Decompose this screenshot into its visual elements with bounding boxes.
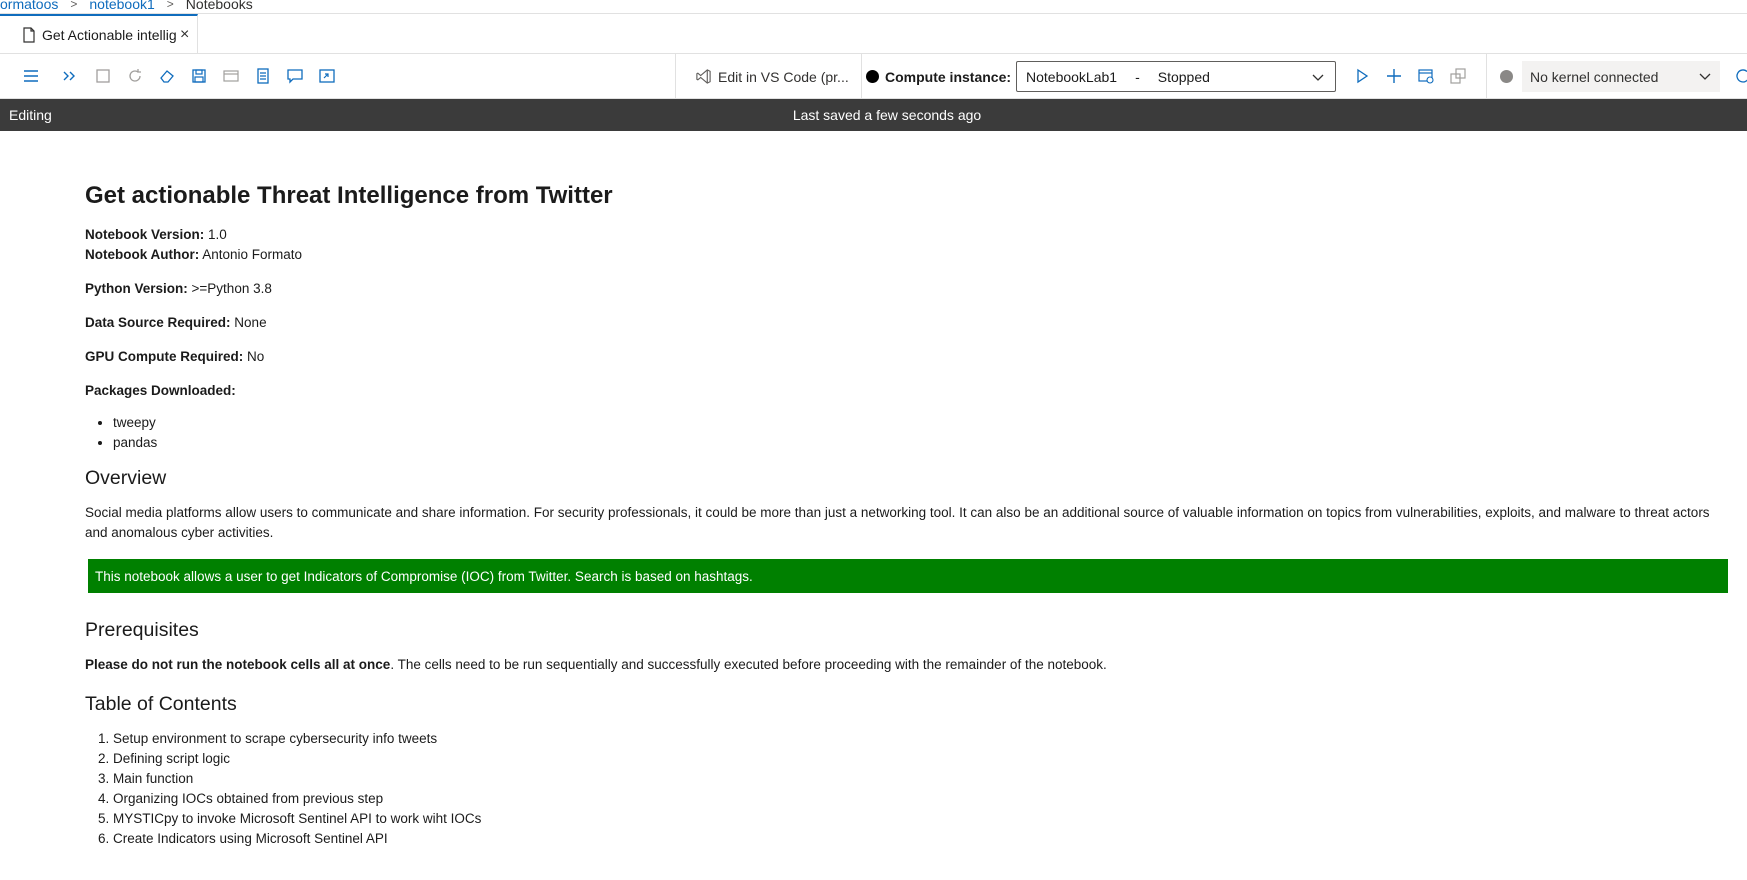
run-all-icon[interactable] <box>60 66 80 86</box>
overview-heading: Overview <box>85 467 167 489</box>
notebook-title: Get actionable Threat Intelligence from … <box>85 182 613 209</box>
compute-switch-icon[interactable] <box>1448 66 1468 86</box>
toc-item: Defining script logic <box>113 749 1735 769</box>
breadcrumb-notebook1[interactable]: notebook1 <box>89 0 154 12</box>
meta-datasource: Data Source Required: None <box>85 313 1735 333</box>
meta-gpu-value: No <box>243 349 265 364</box>
clear-outputs-icon[interactable] <box>157 66 177 86</box>
status-bar: Editing Last saved a few seconds ago <box>0 99 1747 131</box>
compute-instance-select[interactable]: NotebookLab1 - Stopped <box>1016 61 1336 92</box>
info-callout: This notebook allows a user to get Indic… <box>88 559 1728 593</box>
toolbar-divider <box>675 54 676 99</box>
list-item: tweepy <box>113 413 1735 433</box>
kernel-select[interactable]: No kernel connected <box>1522 61 1720 92</box>
toc-item: MYSTICpy to invoke Microsoft Sentinel AP… <box>113 809 1735 829</box>
toc-heading: Table of Contents <box>85 693 237 715</box>
start-compute-icon[interactable] <box>1352 66 1372 86</box>
prerequisites-text: . The cells need to be run sequentially … <box>390 657 1107 672</box>
refresh-icon[interactable] <box>1733 66 1747 86</box>
meta-python: Python Version: >=Python 3.8 <box>85 279 1735 299</box>
prerequisites-paragraph: Please do not run the notebook cells all… <box>85 655 1733 675</box>
stop-icon[interactable] <box>93 66 113 86</box>
toc-list: Setup environment to scrape cybersecurit… <box>113 729 1735 849</box>
meta-version-label: Notebook Version: <box>85 227 205 242</box>
prerequisites-bold: Please do not run the notebook cells all… <box>85 657 391 672</box>
breadcrumb-separator: > <box>166 0 174 11</box>
compute-status: Stopped <box>1157 68 1210 85</box>
kernel-label: No kernel connected <box>1530 68 1659 85</box>
breadcrumb-workspace[interactable]: ormatoos <box>0 0 58 12</box>
meta-gpu-label: GPU Compute Required: <box>85 349 244 364</box>
meta-author-value: Antonio Formato <box>199 247 303 262</box>
meta-gpu: GPU Compute Required: No <box>85 347 1735 367</box>
compute-label-text: Compute instance: <box>885 68 1012 85</box>
edit-in-vscode-button[interactable]: Edit in VS Code (pr... <box>695 54 849 99</box>
close-icon[interactable]: × <box>180 26 189 44</box>
tab-label: Get Actionable intellig <box>42 27 176 43</box>
notebook-toolbar: Edit in VS Code (pr... Compute instance:… <box>0 54 1747 99</box>
comments-icon[interactable] <box>285 66 305 86</box>
compute-status-dot-icon <box>866 70 879 83</box>
toc-item: Organizing IOCs obtained from previous s… <box>113 789 1735 809</box>
breadcrumb-current: Notebooks <box>185 0 253 12</box>
meta-packages-label: Packages Downloaded: <box>85 383 236 398</box>
restart-icon[interactable] <box>125 66 145 86</box>
toc-item: Create Indicators using Microsoft Sentin… <box>113 829 1735 849</box>
toolbar-divider <box>1486 54 1487 99</box>
compute-instance-label: Compute instance: <box>866 54 1011 99</box>
variable-explorer-icon[interactable] <box>221 66 241 86</box>
list-item: pandas <box>113 433 1735 453</box>
notebook-tab[interactable]: Get Actionable intellig × <box>0 14 198 54</box>
meta-python-value: >=Python 3.8 <box>187 281 272 296</box>
compute-dash: - <box>1135 68 1140 85</box>
kernel-status <box>1500 54 1521 99</box>
meta-packages: Packages Downloaded: <box>85 381 1735 401</box>
compute-name: NotebookLab1 <box>1026 68 1118 85</box>
compute-details-icon[interactable] <box>1416 66 1436 86</box>
kernel-status-dot-icon <box>1500 70 1513 83</box>
toc-item: Setup environment to scrape cybersecurit… <box>113 729 1735 749</box>
notebook-file-icon <box>22 27 36 43</box>
packages-list: tweepy pandas <box>113 413 1735 453</box>
toc-item: Main function <box>113 769 1735 789</box>
overview-paragraph: Social media platforms allow users to co… <box>85 505 1710 540</box>
toolbar-divider <box>861 54 862 99</box>
prerequisites-heading: Prerequisites <box>85 619 199 641</box>
meta-python-label: Python Version: <box>85 281 188 296</box>
breadcrumb: ormatoos > notebook1 > Notebooks <box>0 0 1747 14</box>
meta-author: Notebook Author: Antonio Formato <box>85 245 1735 265</box>
vscode-label: Edit in VS Code (pr... <box>718 68 849 85</box>
callout-text: This notebook allows a user to get Indic… <box>95 568 753 584</box>
meta-author-label: Notebook Author: <box>85 247 200 262</box>
add-compute-icon[interactable] <box>1384 66 1404 86</box>
save-icon[interactable] <box>189 66 209 86</box>
breadcrumb-separator: > <box>70 0 78 11</box>
chevron-down-icon <box>1699 73 1711 80</box>
vscode-icon <box>696 69 711 84</box>
outline-icon[interactable] <box>253 66 273 86</box>
menu-icon[interactable] <box>21 66 41 86</box>
tab-bar: Get Actionable intellig × <box>0 14 1747 54</box>
meta-datasource-label: Data Source Required: <box>85 315 231 330</box>
meta-version: Notebook Version: 1.0 <box>85 225 1735 245</box>
notebook-content[interactable]: Get actionable Threat Intelligence from … <box>85 178 1735 849</box>
chevron-down-icon <box>1312 74 1324 81</box>
meta-datasource-value: None <box>230 315 267 330</box>
meta-version-value: 1.0 <box>204 227 227 242</box>
save-status: Last saved a few seconds ago <box>792 107 982 123</box>
open-terminal-icon[interactable] <box>317 66 337 86</box>
